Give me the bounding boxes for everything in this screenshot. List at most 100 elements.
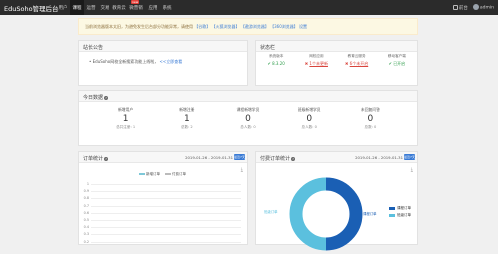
nav-apps[interactable]: 应用 (146, 0, 160, 15)
frontend-link-label: 前台 (458, 5, 468, 11)
legend-swatch (389, 206, 395, 210)
gridline (91, 220, 241, 221)
browser-link-chrome[interactable]: 【谷歌】 (194, 24, 210, 29)
y-tick-label: 0.3 (83, 232, 89, 237)
status-value-text: 8.3.20 (272, 61, 285, 66)
order-panel: 订单统计? 2019-01-26 - 2019-01-31 最近7天 ⤓ 新增订… (78, 151, 248, 245)
settings-link[interactable]: 设置 (299, 24, 307, 29)
help-icon[interactable]: ? (104, 95, 109, 100)
status-value: ✔ 8.3.20 (267, 61, 285, 66)
status-label: 系统版本 (268, 54, 284, 58)
date-range[interactable]: 2019-01-26 - 2019-01-31 (185, 155, 233, 160)
help-icon[interactable]: ? (104, 156, 109, 161)
nav-trade[interactable]: 交易 (98, 0, 112, 15)
status-value-text: 1个未更新 (309, 61, 328, 66)
stat-course-students: 课程新增学员 0 总人数: 0 (217, 107, 278, 130)
avatar (472, 4, 479, 11)
browser-link-maxthon[interactable]: 【遨游浏览器】 (241, 24, 269, 29)
panel-title: 付费订单统计 (260, 156, 291, 162)
nav-operation[interactable]: 运营 (84, 0, 98, 15)
legend-swatch (139, 173, 145, 175)
legend-swatch (389, 213, 395, 217)
date-range[interactable]: 2019-01-26 - 2019-01-31 (355, 155, 403, 160)
legend-paid-orders-label: 付费订单 (172, 172, 186, 176)
legend-course-orders-label: 课程订单 (397, 206, 411, 210)
today-stats: 新增用户 1 总共注册: 1 新增注册 1 总数: 2 课程新增学员 0 总人数… (79, 107, 417, 130)
stat-value: 0 (367, 114, 374, 124)
alert-text: 当前浏览器版本太旧，为避免发生后台部分功能异常，请使用 (85, 24, 193, 29)
nav-wechat-marketing[interactable]: new 微营销 (126, 0, 146, 15)
download-icon[interactable]: ⤓ (241, 167, 243, 173)
stat-new-registrations: 新增注册 1 总数: 2 (156, 107, 217, 130)
slice-label-course: 课程订单 (363, 212, 377, 216)
legend-new-orders-label: 新增订单 (146, 172, 160, 176)
stat-sub: 总人数: 0 (301, 125, 317, 129)
nav-user[interactable]: 用户 (56, 0, 70, 15)
status-label: 网校应用 (309, 54, 324, 58)
legend-class-orders-label: 班级订单 (397, 213, 411, 217)
notice-panel: 站长公告 • EduSoho网校全新搜索功能上线啦， <<立即查看 (78, 40, 248, 86)
legend-course-orders[interactable]: 课程订单 (389, 206, 411, 211)
y-tick-label: 0.5 (83, 218, 89, 222)
last-7-days-button[interactable]: 最近7天 (234, 154, 245, 160)
status-cloud[interactable]: 教育云服务 ✖ 6个未开启 (339, 54, 375, 67)
panel-title: 订单统计 (83, 156, 104, 162)
nav-course[interactable]: 课程 (70, 0, 84, 15)
donut-slice-1[interactable] (289, 177, 327, 251)
stat-sub: 总人数: 0 (240, 125, 256, 129)
stat-sub: 总共注册: 1 (116, 125, 136, 129)
notice-link[interactable]: <<立即查看 (160, 59, 183, 64)
legend-paid-orders[interactable]: 付费订单 (165, 172, 186, 177)
today-panel: 今日数据? 新增用户 1 总共注册: 1 新增注册 1 总数: 2 课程新增学员… (78, 90, 418, 146)
donut-slice-0[interactable] (325, 177, 363, 251)
panel-header: 订单统计? 2019-01-26 - 2019-01-31 最近7天 (79, 152, 247, 163)
frontend-link[interactable]: 前台 (452, 4, 468, 11)
gridline (91, 191, 241, 193)
user-menu[interactable]: admin (472, 4, 494, 11)
nav-course-label: 课程 (72, 6, 82, 11)
brand-logo[interactable]: EduSoho管理后台 (4, 3, 59, 13)
legend-class-orders[interactable]: 班级订单 (389, 213, 411, 218)
panel-title: 站长公告 (79, 41, 247, 52)
stat-class-students: 班级新增学员 0 总人数: 0 (279, 107, 340, 130)
status-label: 教育云服务 (347, 54, 366, 58)
y-tick-label: 0.6 (83, 210, 89, 215)
panel-title: 状态栏 (256, 41, 417, 52)
gridline (91, 198, 241, 200)
status-value-text: 6个未开启 (349, 61, 369, 66)
status-apps[interactable]: 网校应用 ✖ 1个未更新 (298, 54, 334, 67)
download-icon[interactable]: ⤓ (411, 167, 413, 173)
status-value-text: 已开启 (393, 61, 406, 66)
y-tick-label: 0.9 (83, 189, 89, 194)
panel-header: 付费订单统计? 2019-01-26 - 2019-01-31 最近7天 (256, 152, 417, 163)
stat-label: 班级新增学员 (297, 107, 321, 112)
browser-warning-alert: 当前浏览器版本太旧，为避免发生后台部分功能异常，请使用 【谷歌】 【火狐浏览器】… (78, 18, 418, 35)
browser-link-firefox[interactable]: 【火狐浏览器】 (212, 24, 240, 29)
legend-new-orders[interactable]: 新增订单 (139, 172, 160, 177)
stat-value: 1 (122, 114, 129, 124)
help-icon[interactable]: ? (291, 156, 296, 161)
gridline (91, 241, 241, 243)
username: admin (479, 5, 494, 11)
stat-label: 新增用户 (118, 107, 134, 112)
y-tick-label: 0.7 (83, 203, 89, 208)
stat-label: 课程新增学员 (236, 107, 260, 112)
slice-label-class: 班级订单 (264, 210, 278, 214)
nav-system[interactable]: 系统 (160, 0, 174, 15)
stat-unanswered: 未回复问答 0 总数: 0 (340, 107, 401, 130)
gridline (91, 227, 241, 229)
status-label: 移动客户端 (387, 54, 406, 58)
last-7-days-button[interactable]: 最近7天 (404, 154, 415, 160)
y-tick-label: 0.2 (83, 239, 89, 244)
gridline (91, 205, 241, 207)
order-legend: 新增订单 付费订单 (139, 172, 186, 177)
nav-edu-cloud[interactable]: 教育云 (112, 0, 126, 15)
stat-label: 未回复问答 (360, 107, 380, 112)
browser-link-360[interactable]: 【360浏览器】 (270, 24, 298, 29)
new-badge: new (131, 0, 140, 4)
status-value: ✔ 已开启 (388, 61, 406, 66)
stat-value: 0 (245, 114, 251, 124)
stat-sub: 总数: 0 (364, 125, 377, 129)
stat-sub: 总数: 2 (180, 125, 193, 129)
stat-value: 0 (306, 114, 313, 124)
